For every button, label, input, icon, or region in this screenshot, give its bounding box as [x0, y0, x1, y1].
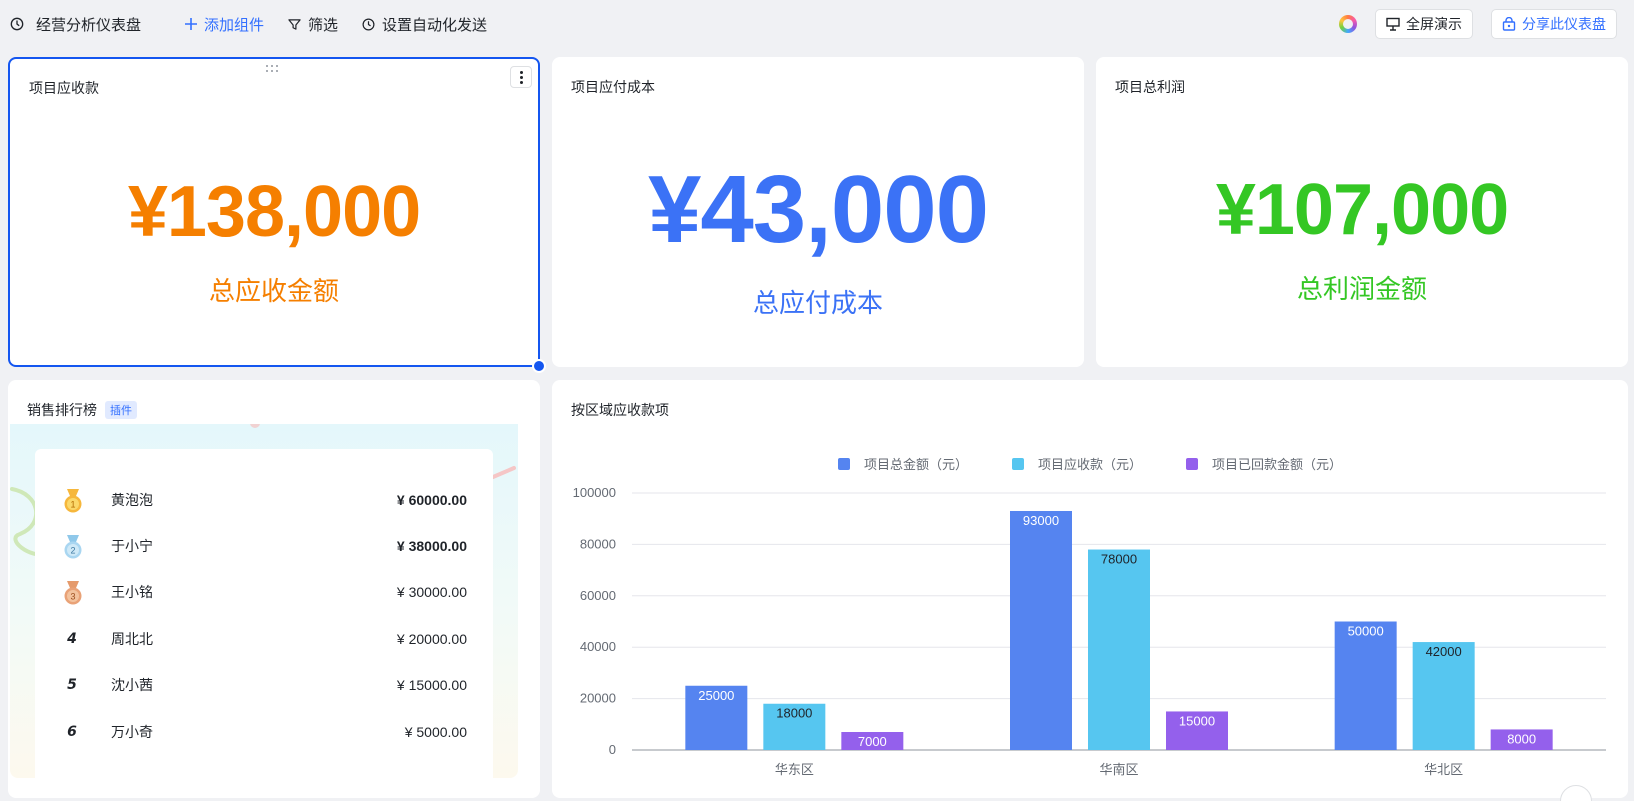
kpi-value: ¥138,000 — [127, 172, 421, 252]
rank-amount: ¥ 15000.00 — [396, 677, 467, 693]
rank-name: 黄泡泡 — [111, 493, 153, 509]
bar-chart: 0 20000 40000 60000 80000 100000 25000 18000 700… — [573, 485, 1606, 778]
automation-clock-icon — [362, 18, 375, 30]
rank-name: 沈小茜 — [111, 678, 153, 694]
data-label: 25000 — [698, 688, 734, 703]
bronze-medal-icon: 3 — [64, 581, 82, 605]
dashboard-title: 经营分析仪表盘 — [36, 15, 142, 34]
ranking-title: 销售排行榜 — [27, 403, 97, 419]
y-tick-label: 20000 — [580, 691, 616, 706]
add-component-label: 添加组件 — [204, 15, 265, 34]
decoration-dot — [250, 424, 260, 428]
data-label: 7000 — [858, 734, 887, 749]
dashboard-title-item[interactable]: 经营分析仪表盘 — [10, 13, 141, 35]
data-label: 8000 — [1507, 731, 1536, 746]
rank-position: 4 — [67, 631, 77, 647]
rank-amount: ¥ 5000.00 — [404, 724, 467, 740]
rank-name: 王小铭 — [111, 585, 153, 601]
kpi-card-payable[interactable]: 项目应付成本 ¥43,000 总应付成本 — [552, 57, 1084, 367]
rank-amount: ¥ 30000.00 — [396, 584, 467, 600]
data-label: 93000 — [1023, 513, 1059, 528]
medal-number: 1 — [70, 500, 75, 510]
dashboard-icon — [10, 17, 24, 31]
data-label: 15000 — [1179, 713, 1215, 728]
share-lock-icon — [1502, 17, 1516, 31]
kpi-card-receivable[interactable]: 项目应收款 ¥138,000 总应收金额 — [8, 57, 540, 367]
ranking-list: 1 黄泡泡 ¥ 60000.00 2 于小宁 ¥ 38000.00 3 王小铭 … — [35, 449, 493, 778]
fullscreen-button[interactable]: 全屏演示 — [1375, 9, 1473, 39]
kpi-value: ¥107,000 — [1215, 170, 1509, 250]
region-chart-card[interactable]: 按区域应收款项 项目总金额（元） 项目应收款（元） 项目已回款金额（元） 0 20… — [552, 380, 1628, 798]
x-tick-label: 华东区 — [775, 763, 814, 778]
kpi-label: 总应付成本 — [752, 289, 883, 319]
data-label: 78000 — [1101, 552, 1137, 567]
x-tick-label: 华北区 — [1424, 763, 1463, 778]
rank-amount: ¥ 20000.00 — [396, 631, 467, 647]
ranking-row: 3 王小铭 ¥ 30000.00 — [35, 577, 493, 607]
kpi-title: 项目总利润 — [1115, 80, 1185, 96]
ranking-row: 4 周北北 ¥ 20000.00 — [35, 624, 493, 654]
filter-icon — [288, 18, 301, 30]
ranking-background: 1 黄泡泡 ¥ 60000.00 2 于小宁 ¥ 38000.00 3 王小铭 … — [10, 424, 518, 778]
share-label: 分享此仪表盘 — [1522, 17, 1606, 33]
automation-button[interactable]: 设置自动化发送 — [362, 13, 487, 35]
rank-amount: ¥ 38000.00 — [396, 538, 467, 554]
rank-position: 6 — [67, 724, 77, 740]
rank-position: 5 — [67, 677, 77, 693]
kpi-label: 总利润金额 — [1296, 275, 1427, 305]
kpi-label: 总应收金额 — [208, 277, 339, 307]
bar — [1334, 621, 1397, 750]
plus-icon — [185, 18, 197, 30]
drag-handle-icon[interactable] — [266, 65, 280, 73]
filter-label: 筛选 — [308, 15, 339, 34]
presentation-icon — [1386, 17, 1400, 31]
medal-number: 2 — [70, 546, 75, 556]
ranking-row: 5 沈小茜 ¥ 15000.00 — [35, 670, 493, 700]
medal-number: 3 — [70, 592, 75, 602]
y-tick-label: 60000 — [580, 588, 616, 603]
ranking-title-row: 销售排行榜 插件 — [27, 400, 137, 420]
ranking-row: 6 万小奇 ¥ 5000.00 — [35, 717, 493, 747]
more-options-icon[interactable] — [510, 66, 532, 88]
share-button[interactable]: 分享此仪表盘 — [1491, 9, 1617, 39]
rank-amount: ¥ 60000.00 — [396, 492, 467, 508]
data-label: 50000 — [1348, 624, 1384, 639]
rank-name: 于小宁 — [111, 539, 153, 555]
sales-ranking-card[interactable]: 销售排行榜 插件 1 黄泡泡 ¥ 60000.00 2 于小宁 ¥ 38000.… — [8, 380, 540, 798]
kpi-value: ¥43,000 — [647, 156, 989, 263]
silver-medal-icon: 2 — [64, 535, 82, 559]
automation-label: 设置自动化发送 — [382, 15, 488, 34]
fullscreen-label: 全屏演示 — [1406, 17, 1462, 33]
data-label: 18000 — [776, 706, 812, 721]
ai-assistant-icon[interactable] — [1339, 15, 1357, 33]
add-component-button[interactable]: 添加组件 — [185, 13, 264, 35]
y-tick-label: 0 — [609, 742, 616, 757]
ranking-row: 2 于小宁 ¥ 38000.00 — [35, 531, 493, 561]
ranking-row: 1 黄泡泡 ¥ 60000.00 — [35, 485, 493, 515]
filter-button[interactable]: 筛选 — [288, 13, 338, 35]
kpi-title: 项目应付成本 — [571, 80, 655, 96]
plugin-badge: 插件 — [105, 401, 137, 419]
rank-name: 万小奇 — [111, 725, 153, 741]
gold-medal-icon: 1 — [64, 489, 82, 513]
bar — [1088, 549, 1150, 750]
bar — [1010, 510, 1072, 750]
y-tick-label: 100000 — [573, 485, 616, 500]
dashboard-toolbar: 经营分析仪表盘 添加组件 筛选 设置自动化发送 全屏演示 分享此仪表盘 — [0, 0, 1634, 50]
rank-name: 周北北 — [111, 632, 153, 648]
kpi-title: 项目应收款 — [29, 81, 99, 97]
y-tick-label: 80000 — [580, 536, 616, 551]
data-label: 42000 — [1426, 644, 1462, 659]
resize-handle[interactable] — [532, 359, 546, 373]
kpi-card-profit[interactable]: 项目总利润 ¥107,000 总利润金额 — [1096, 57, 1628, 367]
x-tick-label: 华南区 — [1099, 762, 1138, 778]
y-tick-label: 40000 — [580, 639, 616, 654]
